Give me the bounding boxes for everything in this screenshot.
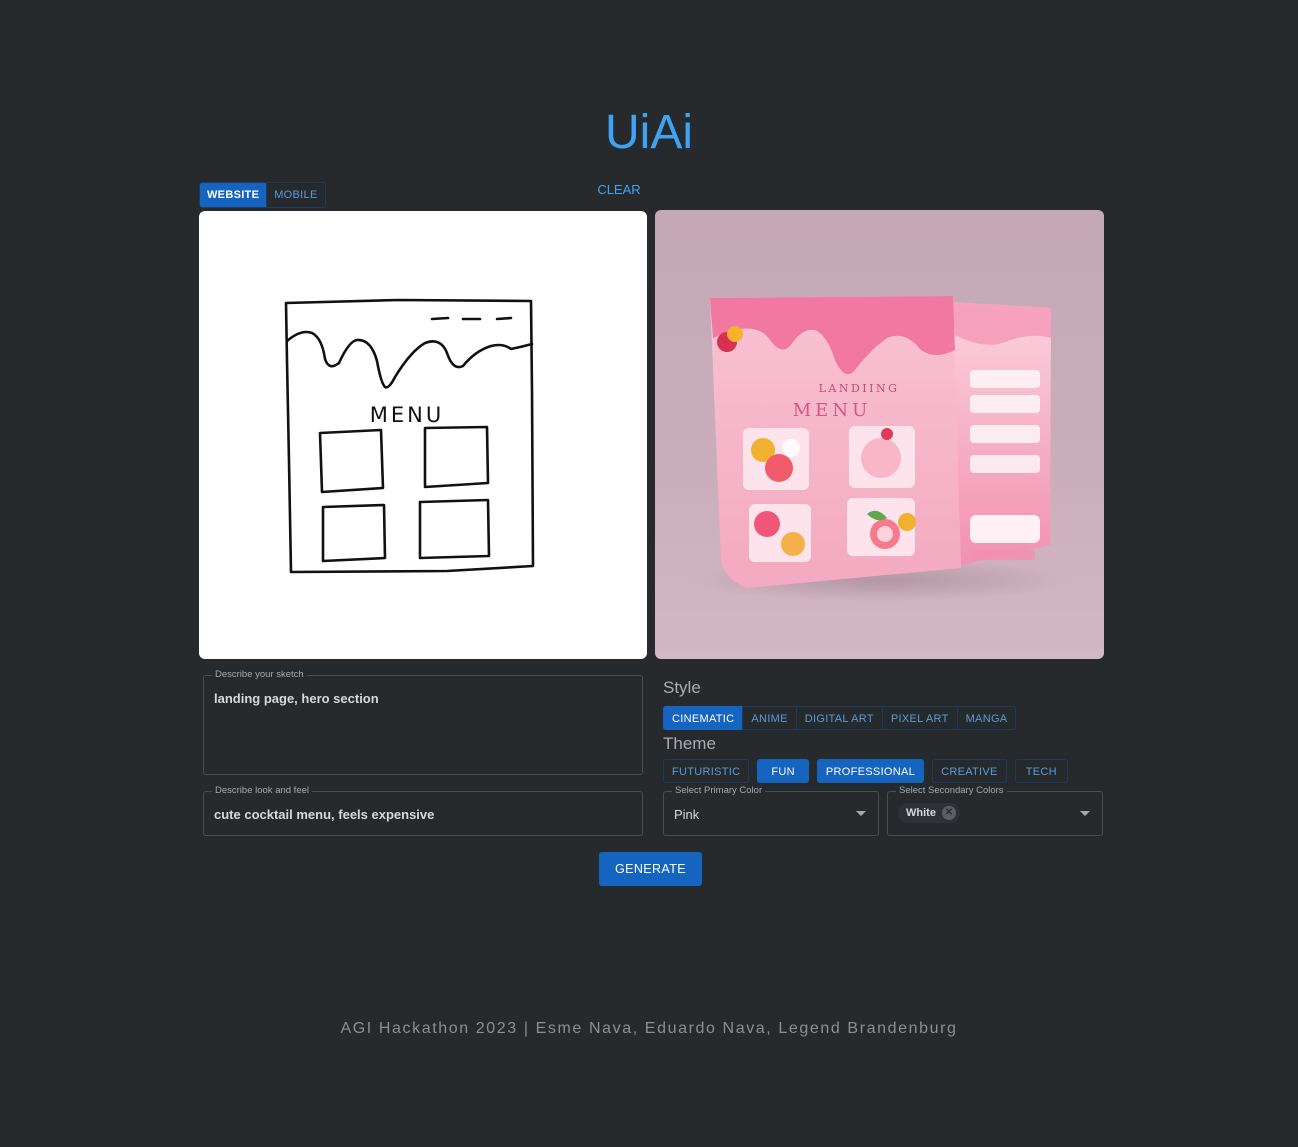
sketch-box-4 [418, 498, 491, 560]
theme-heading: Theme [663, 734, 716, 753]
clear-button[interactable]: CLEAR [590, 180, 648, 200]
style-option-digital-art[interactable]: DIGITAL ART [795, 706, 883, 730]
website-toggle-button[interactable]: WEBSITE [200, 183, 267, 207]
sketch-menu-label: MENU [370, 403, 444, 427]
primary-color-value: Pink [674, 807, 700, 822]
style-option-anime[interactable]: ANIME [742, 706, 797, 730]
sketch-description-field[interactable]: Describe your sketch landing page, hero … [203, 669, 643, 775]
sketch-description-label: Describe your sketch [212, 669, 307, 681]
sketch-box-1 [318, 428, 385, 494]
style-option-cinematic[interactable]: CINEMATIC [663, 706, 744, 730]
primary-color-label: Select Primary Color [672, 785, 766, 797]
secondary-color-tag-label: White [906, 807, 936, 819]
theme-option-futuristic[interactable]: FUTURISTIC [663, 759, 750, 783]
sketch-wave-stroke [285, 330, 534, 389]
style-option-pixel-art[interactable]: PIXEL ART [881, 706, 958, 730]
sketch-description-value: landing page, hero section [214, 691, 379, 706]
platform-toggle: WEBSITE MOBILE [199, 182, 326, 208]
secondary-colors-select[interactable]: Select Secondary Colors White ✕ [887, 785, 1103, 836]
chevron-down-icon [856, 811, 866, 816]
preview-mockup-image: LANDIING MENU [690, 296, 1070, 602]
style-option-manga[interactable]: MANGA [956, 706, 1017, 730]
app-title: UiAi [604, 106, 693, 159]
look-and-feel-value: cute cocktail menu, feels expensive [214, 807, 435, 822]
sketch-canvas[interactable]: MENU [199, 211, 647, 659]
theme-option-fun[interactable]: FUN [757, 759, 809, 783]
theme-option-tech[interactable]: TECH [1014, 759, 1068, 783]
style-heading: Style [663, 678, 701, 697]
secondary-colors-label: Select Secondary Colors [896, 785, 1007, 797]
secondary-color-tag: White ✕ [898, 803, 960, 823]
theme-option-professional[interactable]: PROFESSIONAL [816, 759, 925, 783]
look-and-feel-field[interactable]: Describe look and feel cute cocktail men… [203, 785, 643, 836]
app-page: UiAi WEBSITE MOBILE CLEAR MENU LANDIING … [0, 0, 1298, 1147]
theme-options: FUTURISTIC FUN PROFESSIONAL CREATIVE TEC… [663, 759, 1076, 783]
generate-button[interactable]: GENERATE [599, 852, 702, 886]
sketch-drawing: MENU [284, 298, 535, 574]
sketch-box-3 [321, 503, 387, 563]
close-icon[interactable]: ✕ [941, 806, 956, 820]
style-options: CINEMATIC ANIME DIGITAL ART PIXEL ART MA… [663, 706, 1017, 730]
mobile-toggle-button[interactable]: MOBILE [266, 183, 324, 207]
sketch-box-2 [423, 425, 490, 489]
footer-credits: AGI Hackathon 2023 | Esme Nava, Eduardo … [340, 1020, 958, 1037]
preview-heading-line2: MENU [793, 400, 872, 421]
generated-preview: LANDIING MENU [655, 210, 1104, 659]
look-and-feel-label: Describe look and feel [212, 785, 312, 797]
primary-color-select[interactable]: Select Primary Color Pink [663, 785, 879, 836]
sketch-nav-stroke [430, 316, 513, 321]
chevron-down-icon [1080, 811, 1090, 816]
theme-option-creative[interactable]: CREATIVE [932, 759, 1007, 783]
preview-heading-line1: LANDIING [819, 382, 900, 395]
